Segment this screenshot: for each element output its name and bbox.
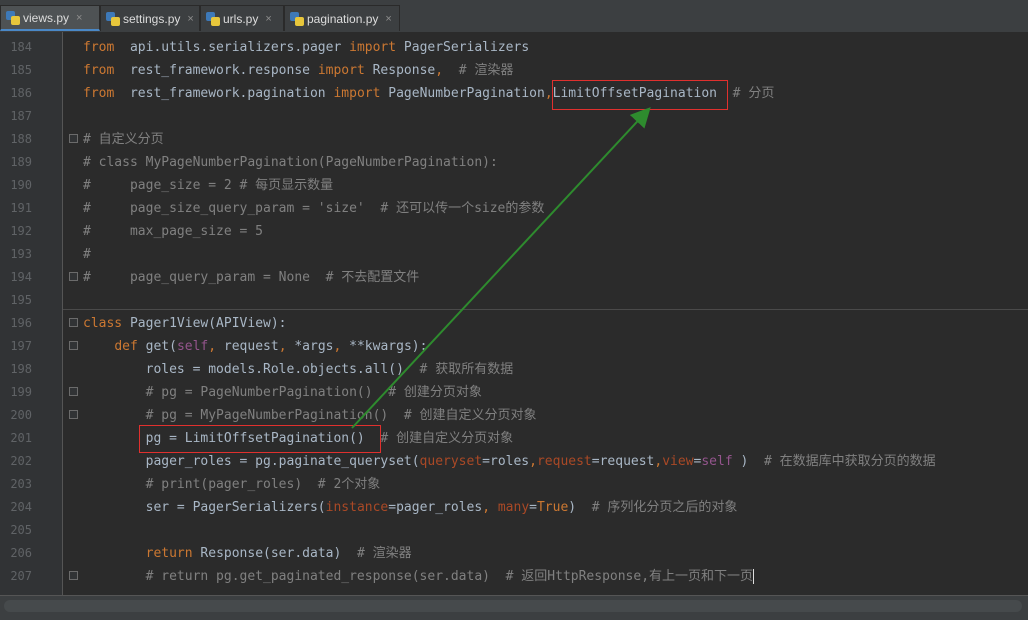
arrow-line (351, 107, 651, 429)
annotation-arrow (351, 107, 651, 429)
horizontal-scrollbar[interactable] (4, 600, 1022, 612)
